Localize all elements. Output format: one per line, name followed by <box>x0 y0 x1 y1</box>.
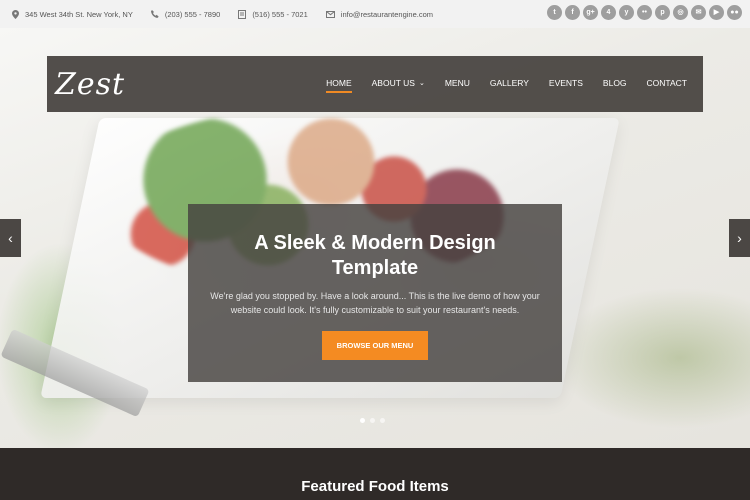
social-icons: t f g+ 4 y •• p ◎ ✉ ▶ ●● <box>547 5 742 20</box>
google-plus-icon[interactable]: g+ <box>583 5 598 20</box>
fax-icon <box>238 9 247 19</box>
chevron-left-icon: ‹ <box>8 230 13 246</box>
nav-about-label: ABOUT US <box>371 78 415 88</box>
email-info: info@restaurantengine.com <box>325 10 433 19</box>
fax-text: (516) 555 - 7021 <box>252 9 308 19</box>
youtube-icon[interactable]: ▶ <box>709 5 724 20</box>
twitter-icon[interactable]: t <box>547 5 562 20</box>
hero-text: We're glad you stopped by. Have a look a… <box>210 291 540 315</box>
site-header: Zest HOME ABOUT US ⌄ MENU GALLERY EVENTS … <box>47 56 703 112</box>
email-link[interactable]: info@restaurantengine.com <box>341 10 433 19</box>
featured-section: Featured Food Items <box>0 448 750 500</box>
nav-gallery[interactable]: GALLERY <box>490 78 529 92</box>
hero-caption: A Sleek & Modern Design Template We're g… <box>188 204 562 382</box>
address-text: 345 West 34th St. New York, NY <box>25 9 133 19</box>
phone-text[interactable]: (203) 555 - 7890 <box>165 10 220 19</box>
slider-dot-3[interactable] <box>380 418 385 423</box>
slider-dots <box>360 418 385 423</box>
chevron-right-icon: › <box>737 230 742 246</box>
facebook-icon[interactable]: f <box>565 5 580 20</box>
phone-icon <box>150 10 159 18</box>
nav-contact-label: CONTACT <box>646 78 687 88</box>
flickr-icon[interactable]: ●● <box>727 5 742 20</box>
nav-about-us[interactable]: ABOUT US ⌄ <box>372 78 425 92</box>
nav-menu[interactable]: MENU <box>445 78 470 92</box>
nav-blog-label: BLOG <box>602 78 627 88</box>
yelp-icon[interactable]: y <box>619 5 634 20</box>
nav-events[interactable]: EVENTS <box>549 78 583 92</box>
phone-info: (203) 555 - 7890 <box>150 10 220 19</box>
foursquare-icon[interactable]: 4 <box>601 5 616 20</box>
main-nav: HOME ABOUT US ⌄ MENU GALLERY EVENTS BLOG … <box>306 78 687 93</box>
nav-menu-label: MENU <box>444 78 470 88</box>
slider-prev-button[interactable]: ‹ <box>0 219 21 257</box>
nav-home[interactable]: HOME <box>326 78 352 93</box>
nav-home-label: HOME <box>326 78 352 88</box>
flickr-dots-icon[interactable]: •• <box>637 5 652 20</box>
slider-dot-1[interactable] <box>360 418 365 423</box>
fax-info: (516) 555 - 7021 <box>238 9 308 19</box>
slider-dot-2[interactable] <box>370 418 375 423</box>
pinterest-icon[interactable]: p <box>655 5 670 20</box>
chevron-down-icon: ⌄ <box>418 80 425 87</box>
nav-gallery-label: GALLERY <box>489 78 529 88</box>
nav-blog[interactable]: BLOG <box>603 78 627 92</box>
featured-title: Featured Food Items <box>301 478 449 495</box>
nav-events-label: EVENTS <box>548 78 583 88</box>
browse-menu-button[interactable]: BROWSE OUR MENU <box>321 331 429 360</box>
location-pin-icon <box>12 9 19 19</box>
address-info: 345 West 34th St. New York, NY <box>12 9 133 19</box>
mail-icon[interactable]: ✉ <box>691 5 706 20</box>
nav-contact[interactable]: CONTACT <box>647 78 687 92</box>
instagram-icon[interactable]: ◎ <box>673 5 688 20</box>
envelope-icon <box>325 10 335 18</box>
hero-title: A Sleek & Modern Design Template <box>254 232 496 279</box>
top-info-bar: 345 West 34th St. New York, NY (203) 555… <box>0 0 750 28</box>
site-logo[interactable]: Zest <box>55 67 125 102</box>
slider-next-button[interactable]: › <box>729 219 750 257</box>
